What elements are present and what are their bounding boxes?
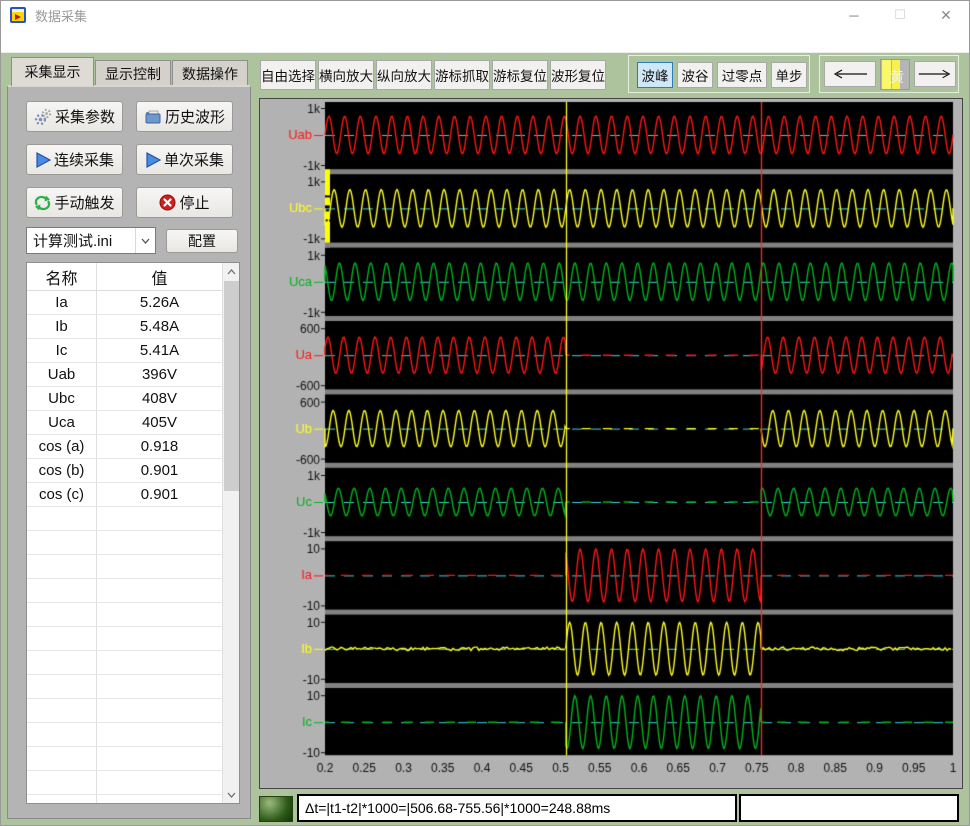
table-row-empty <box>27 555 222 579</box>
config-button[interactable]: 配置 <box>166 229 238 253</box>
play-icon <box>35 152 51 168</box>
table-row-2[interactable]: Ic 5.41A <box>27 339 222 363</box>
table-row-1[interactable]: Ib 5.48A <box>27 315 222 339</box>
scrollbar-thumb[interactable] <box>224 281 239 491</box>
menu-item-0[interactable] <box>3 38 23 44</box>
toolbar-button-1[interactable]: 横向放大 <box>318 60 374 90</box>
left-arrow-icon <box>829 68 871 80</box>
table-row-empty <box>27 699 222 723</box>
history-waveform-button[interactable]: 历史波形 <box>136 101 233 132</box>
cursor-color-label: 黄 <box>890 67 904 87</box>
single-acquire-button[interactable]: 单次采集 <box>136 144 233 175</box>
cursor-next-button[interactable] <box>914 61 956 87</box>
table-row-3[interactable]: Uab 396V <box>27 363 222 387</box>
table-empty-rows <box>27 507 222 804</box>
wave-panel <box>259 98 963 789</box>
right-arrow-icon <box>915 68 955 80</box>
window-title: 数据采集 <box>35 6 87 25</box>
table-row-empty <box>27 771 222 795</box>
minimize-button[interactable]: ─ <box>831 1 877 29</box>
cursor-nav-group: 黄 <box>819 55 959 93</box>
app-window: { "window": { "title": "数据采集" }, "menu":… <box>0 0 970 826</box>
table-row-0[interactable]: Ia 5.26A <box>27 291 222 315</box>
table-row-empty <box>27 723 222 747</box>
window-titlebar: 数据采集 ─ ☐ ✕ <box>1 1 969 29</box>
waveform-canvas[interactable] <box>260 99 962 788</box>
toolbar-button-4[interactable]: 游标复位 <box>492 60 548 90</box>
table-row-empty <box>27 675 222 699</box>
table-row-8[interactable]: cos (c) 0.901 <box>27 483 222 507</box>
stop-icon <box>159 194 176 211</box>
table-row-empty <box>27 507 222 531</box>
snap-button-3[interactable]: 单步 <box>771 62 807 88</box>
toolbar-button-3[interactable]: 游标抓取 <box>434 60 490 90</box>
tab-0[interactable]: 采集显示 <box>11 57 94 86</box>
menu-item-1[interactable] <box>25 38 45 44</box>
table-row-empty <box>27 795 222 804</box>
table-row-7[interactable]: cos (b) 0.901 <box>27 459 222 483</box>
menubar <box>1 29 969 53</box>
table-row-empty <box>27 651 222 675</box>
chevron-up-icon[interactable] <box>223 263 239 280</box>
folder-icon <box>144 109 162 125</box>
snap-group: 波峰波谷过零点单步 <box>628 55 810 93</box>
gears-icon <box>34 108 52 126</box>
snap-button-0[interactable]: 波峰 <box>637 62 673 88</box>
continuous-acquire-button[interactable]: 连续采集 <box>26 144 123 175</box>
left-panel: 采集参数 历史波形 连续采集 单次采集 手动触发 <box>7 85 251 819</box>
chevron-down-icon[interactable] <box>223 786 239 803</box>
table-scrollbar[interactable] <box>222 263 239 803</box>
acquire-params-button[interactable]: 采集参数 <box>26 101 123 132</box>
app-icon <box>9 6 27 24</box>
tab-2[interactable]: 数据操作 <box>172 60 248 86</box>
config-file-select[interactable]: 计算测试.ini <box>26 227 156 254</box>
toolbar-button-0[interactable]: 自由选择 <box>260 60 316 90</box>
table-row-6[interactable]: cos (a) 0.918 <box>27 435 222 459</box>
delta-t-field: Δt=|t1-t2|*1000=|506.68-755.56|*1000=248… <box>297 794 737 822</box>
close-button[interactable]: ✕ <box>923 1 969 29</box>
tab-1[interactable]: 显示控制 <box>95 60 171 86</box>
snap-button-2[interactable]: 过零点 <box>717 62 767 88</box>
table-row-5[interactable]: Uca 405V <box>27 411 222 435</box>
table-row-empty <box>27 579 222 603</box>
table-row-empty <box>27 531 222 555</box>
menu-item-2[interactable] <box>47 38 67 44</box>
params-table-grid: 名称 值 Ia 5.26A Ib 5.48A Ic 5.41A Uab <box>27 263 222 803</box>
status-led <box>259 796 293 822</box>
table-row-empty <box>27 747 222 771</box>
table-body: Ia 5.26A Ib 5.48A Ic 5.41A Uab 396V Ubc … <box>27 291 222 507</box>
manual-trigger-button[interactable]: 手动触发 <box>26 187 123 218</box>
refresh-icon <box>34 195 51 211</box>
maximize-button[interactable]: ☐ <box>877 1 923 29</box>
params-table: 名称 值 Ia 5.26A Ib 5.48A Ic 5.41A Uab <box>26 262 240 804</box>
toolbar-button-2[interactable]: 纵向放大 <box>376 60 432 90</box>
table-row-4[interactable]: Ubc 408V <box>27 387 222 411</box>
toolbar-button-5[interactable]: 波形复位 <box>550 60 606 90</box>
cursor-prev-button[interactable] <box>824 61 876 87</box>
chevron-down-icon <box>135 228 155 253</box>
stop-button[interactable]: 停止 <box>136 187 233 218</box>
snap-button-1[interactable]: 波谷 <box>677 62 713 88</box>
table-row-empty <box>27 627 222 651</box>
table-header: 名称 值 <box>27 263 222 291</box>
cursor-indicator[interactable]: 黄 <box>880 59 910 90</box>
play-icon <box>145 152 161 168</box>
table-row-empty <box>27 603 222 627</box>
aux-field <box>739 794 959 822</box>
